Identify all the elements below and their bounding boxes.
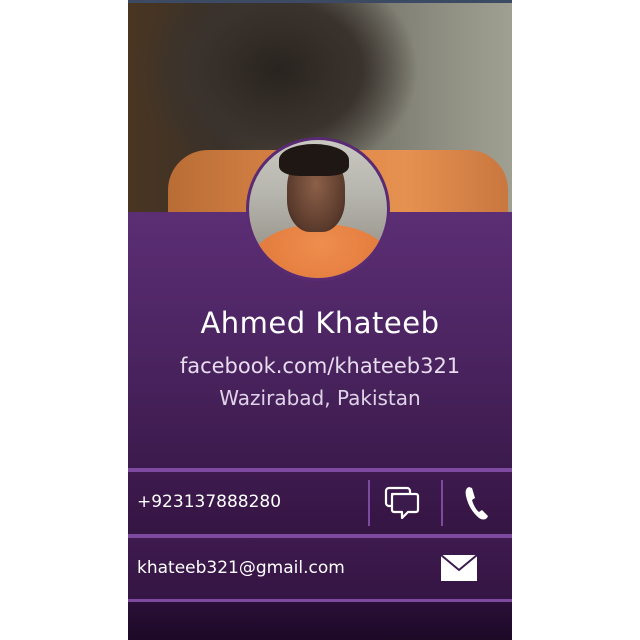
bottom-strip <box>128 602 512 640</box>
divider <box>441 480 443 526</box>
phone-number[interactable]: +923137888280 <box>137 492 281 512</box>
contact-card: Ahmed Khateeb facebook.com/khateeb321 Wa… <box>128 0 512 640</box>
profile-location: Wazirabad, Pakistan <box>219 386 421 410</box>
profile-name: Ahmed Khateeb <box>200 306 440 340</box>
status-strip <box>128 0 512 3</box>
email-row[interactable]: khateeb321@gmail.com <box>128 538 512 599</box>
envelope-icon[interactable] <box>440 554 478 582</box>
facebook-link[interactable]: facebook.com/khateeb321 <box>128 354 512 378</box>
message-bubble-icon[interactable] <box>384 484 420 522</box>
phone-row[interactable]: +923137888280 <box>128 472 512 534</box>
avatar[interactable] <box>246 137 390 281</box>
phone-handset-icon[interactable] <box>462 484 492 522</box>
divider <box>368 480 370 526</box>
email-address[interactable]: khateeb321@gmail.com <box>137 558 345 578</box>
